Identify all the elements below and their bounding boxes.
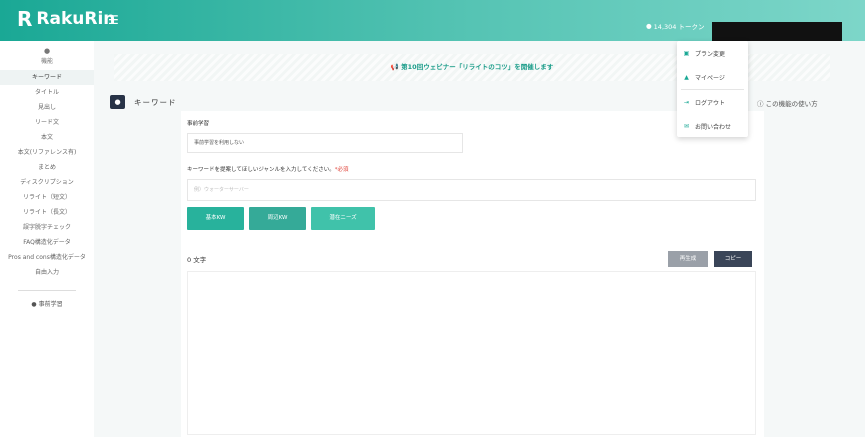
dropdown-item-plan-change[interactable]: ▣ プラン変更 — [677, 41, 748, 65]
sidebar: ● 機能 キーワード タイトル 見出し リード文 本文 本文(リファレンス有) … — [0, 41, 94, 437]
sidebar-header-label: 機能 — [40, 58, 53, 65]
related-kw-button[interactable]: 周辺KW — [249, 207, 306, 230]
sidebar-divider — [18, 290, 76, 291]
pretrain-label: 事前学習 — [187, 121, 210, 127]
sidebar-item-pros-cons-structured[interactable]: Pros and cons構造化データ — [0, 250, 94, 265]
megaphone-icon: 📢 — [390, 63, 399, 71]
user-icon: ▲ — [684, 73, 689, 81]
copy-button[interactable]: コピー — [714, 251, 752, 267]
output-textarea[interactable] — [187, 271, 756, 435]
user-menu-button[interactable] — [712, 22, 842, 41]
main-content: 📢 第10回ウェビナー「リライトのコツ」を開催します ● キーワード ⓘ この機… — [94, 41, 865, 437]
required-mark: *必須 — [334, 167, 349, 173]
dropdown-label: マイページ — [695, 74, 725, 82]
char-count: 0 文字 — [187, 256, 207, 264]
brand-name: RakuRin — [36, 9, 116, 29]
book-icon: ▣ — [683, 49, 690, 57]
pretrain-select[interactable]: 事前学習を利用しない — [187, 133, 463, 153]
sidebar-item-lead[interactable]: リード文 — [0, 115, 94, 130]
logo-mark-icon: R — [17, 7, 33, 31]
page-header: ● キーワード — [110, 95, 177, 109]
how-to-label: この機能の使い方 — [765, 100, 818, 108]
user-dropdown-menu: ▣ プラン変更 ▲ マイページ ⇥ ログアウト ✉ お問い合わせ — [677, 41, 748, 137]
sidebar-item-typo-check[interactable]: 誤字脱字チェック — [0, 220, 94, 235]
sidebar-item-faq-structured[interactable]: FAQ構造化データ — [0, 235, 94, 250]
pre-study-label: 事前学習 — [38, 301, 63, 308]
keyword-form-panel: 事前学習 事前学習を利用しない キーワードを提案してほしいジャンルを入力してくだ… — [181, 111, 764, 437]
genre-label: キーワードを提案してほしいジャンルを入力してください。*必須 — [187, 165, 349, 173]
sidebar-item-heading[interactable]: 見出し — [0, 100, 94, 115]
sidebar-item-rewrite-long[interactable]: リライト（長文） — [0, 205, 94, 220]
sidebar-header: ● 機能 — [0, 41, 94, 65]
top-bar: R RakuRin ☰ ● 14,304 トークン — [0, 0, 865, 41]
genre-input[interactable]: 例）ウォーターサーバー — [187, 179, 756, 201]
chat-bubble-icon: ● — [646, 22, 652, 30]
basic-kw-button[interactable]: 基本KW — [187, 207, 244, 230]
chat-bubble-icon: ● — [110, 95, 125, 109]
chat-bubble-icon: ● — [43, 47, 51, 55]
sidebar-item-body-reference[interactable]: 本文(リファレンス有) — [0, 145, 94, 160]
mail-icon: ✉ — [683, 122, 690, 130]
brand-logo[interactable]: R RakuRin — [17, 9, 115, 29]
chat-bubble-icon: ● — [31, 301, 37, 308]
sidebar-item-keyword[interactable]: キーワード — [0, 70, 94, 85]
dropdown-label: プラン変更 — [695, 50, 726, 58]
token-balance: ● 14,304 トークン — [646, 21, 704, 31]
sidebar-item-rewrite-short[interactable]: リライト（短文） — [0, 190, 94, 205]
banner-text: 第10回ウェビナー「リライトのコツ」を開催します — [401, 63, 554, 71]
token-text: 14,304 トークン — [653, 23, 705, 31]
dropdown-label: ログアウト — [695, 99, 726, 107]
sidebar-item-body[interactable]: 本文 — [0, 130, 94, 145]
dropdown-item-my-page[interactable]: ▲ マイページ — [677, 65, 748, 89]
how-to-link[interactable]: ⓘ この機能の使い方 — [757, 98, 818, 108]
latent-needs-button[interactable]: 潜在ニーズ — [311, 207, 375, 230]
menu-toggle-icon[interactable]: ☰ — [108, 14, 119, 26]
dropdown-item-contact[interactable]: ✉ お問い合わせ — [677, 114, 748, 138]
sidebar-item-title[interactable]: タイトル — [0, 85, 94, 100]
regenerate-button[interactable]: 再生成 — [668, 251, 708, 267]
sidebar-item-description[interactable]: ディスクリプション — [0, 175, 94, 190]
sidebar-item-free-input[interactable]: 自由入力 — [0, 265, 94, 280]
dropdown-item-logout[interactable]: ⇥ ログアウト — [677, 90, 748, 114]
logout-icon: ⇥ — [683, 98, 690, 106]
sidebar-item-pre-study[interactable]: ● 事前学習 — [0, 299, 94, 308]
genre-label-text: キーワードを提案してほしいジャンルを入力してください。 — [187, 167, 335, 173]
dropdown-label: お問い合わせ — [695, 123, 732, 131]
question-circle-icon: ⓘ — [757, 100, 764, 108]
page-title: キーワード — [134, 97, 177, 107]
sidebar-menu: キーワード タイトル 見出し リード文 本文 本文(リファレンス有) まとめ デ… — [0, 70, 94, 280]
sidebar-item-summary[interactable]: まとめ — [0, 160, 94, 175]
